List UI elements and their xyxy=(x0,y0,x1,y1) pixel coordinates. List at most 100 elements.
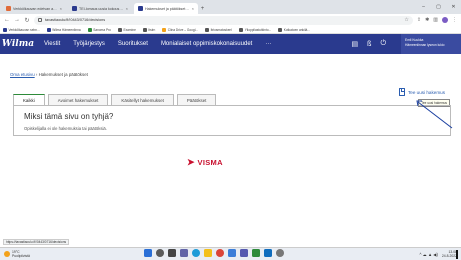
visma-wordmark: VISMA xyxy=(197,158,223,167)
bookmark-item[interactable]: Examine xyxy=(117,27,136,32)
tab-kasitellyt-hakemukset[interactable]: Käsitellyt hakemukset xyxy=(111,94,174,105)
bookmark-item[interactable]: Itslrn xyxy=(142,27,156,32)
tab-1-favicon-icon xyxy=(6,6,11,11)
settings-gear-icon[interactable] xyxy=(276,249,284,257)
empty-state-panel: Miksi tämä sivu on tyhjä? Opiskelijalla … xyxy=(13,105,451,136)
taskbar-apps xyxy=(144,249,284,257)
start-menu-icon[interactable] xyxy=(144,249,152,257)
browser-menu-icon[interactable]: ⋮ xyxy=(452,17,457,23)
bookmark-favicon-icon xyxy=(142,27,147,32)
share-icon[interactable]: ⇪ xyxy=(417,17,421,23)
switch-role-icon[interactable]: ß xyxy=(367,41,371,48)
bookmark-label: Itriosmatosken! xyxy=(210,27,233,32)
reload-icon[interactable]: ↻ xyxy=(24,17,30,24)
bookmark-label: Kotkatoen ankilä... xyxy=(283,27,310,32)
wilma-header: Wilma Viestit Työjärjestys Suoritukset M… xyxy=(0,34,461,54)
menu-more-button[interactable]: ··· xyxy=(265,41,271,47)
bookmark-item[interactable]: Clina Drive – Googl... xyxy=(162,27,198,32)
bookmark-item[interactable]: Itriosmatosken! xyxy=(205,27,233,32)
url-input[interactable]: tavastiaoulu/fi/!0443/0716/decisions ☆ xyxy=(34,15,413,25)
task-view-icon[interactable] xyxy=(168,249,176,257)
menu-item-monialaiset[interactable]: Monialaiset oppimiskokonaisuudet xyxy=(161,41,252,47)
tab-paatokset[interactable]: Päätökset xyxy=(176,94,217,105)
weather-widget[interactable]: 19°C Puolipilvistä xyxy=(4,250,30,258)
user-school: Hämeenlinnan lyseon lukio xyxy=(405,43,445,47)
lock-icon xyxy=(38,18,42,22)
wilma-logo[interactable]: Wilma xyxy=(0,34,36,54)
bookmark-item[interactable]: Kotkatoen ankilä... xyxy=(278,27,310,32)
search-icon[interactable] xyxy=(156,249,164,257)
bookmarks-bar: Verkkölkauvan sebn... Wilma Hämeenlinna … xyxy=(0,26,461,34)
browser-tab-2-label: TEI-lomaus uusia kokouspä.PP · xyxy=(79,6,124,11)
mail-icon[interactable] xyxy=(264,249,272,257)
file-explorer-icon[interactable] xyxy=(204,249,212,257)
edge-icon[interactable] xyxy=(192,249,200,257)
system-tray: ^ ☁ ▲ ◀) 13.08 24.8.2022 xyxy=(420,250,458,258)
screen-edge-mark xyxy=(456,250,458,259)
chat-icon[interactable] xyxy=(180,249,188,257)
bookmark-item[interactable]: Ylioppilastutkinto... xyxy=(239,27,272,32)
bookmark-label: Ylioppilastutkinto... xyxy=(244,27,272,32)
user-menu[interactable]: Emil Kuukka Hämeenlinnan lyseon lukio xyxy=(401,34,461,54)
bookmark-label: Wilma Hämeenlinna xyxy=(52,27,81,32)
tab-3-favicon-icon xyxy=(138,6,143,11)
chrome-icon[interactable] xyxy=(216,249,224,257)
bookmark-item[interactable]: Verkkölkauvan sebn... xyxy=(3,27,40,32)
sidebar-icon[interactable]: ▥ xyxy=(433,17,438,23)
teams-icon[interactable] xyxy=(240,249,248,257)
browser-tab-3[interactable]: Hakemukset ja päätökset - Wilm × xyxy=(134,3,198,14)
store-icon[interactable] xyxy=(228,249,236,257)
tray-icons[interactable]: ^ ☁ ▲ ◀) xyxy=(420,252,438,257)
bookmark-star-icon[interactable]: ☆ xyxy=(404,17,408,23)
app-icon[interactable] xyxy=(252,249,260,257)
visma-logo: ➤ VISMA xyxy=(187,158,223,168)
bookmark-label: Examine xyxy=(123,27,136,32)
empty-state-description: Opiskelijalla ei ole hakemuksia tai päät… xyxy=(24,126,107,131)
new-document-icon xyxy=(398,88,405,96)
url-text: tavastiaoulu/fi/!0443/0716/decisions xyxy=(45,18,106,22)
tab-kaikki[interactable]: Kaikki xyxy=(13,94,45,105)
clock[interactable]: 13.08 24.8.2022 xyxy=(442,250,457,258)
weather-sun-icon xyxy=(4,251,10,257)
menu-item-viestit[interactable]: Viestit xyxy=(44,41,60,47)
menu-item-suoritukset[interactable]: Suoritukset xyxy=(118,41,148,47)
header-icons: ▤ ß ⏻ Emil Kuukka Hämeenlinnan lyseon lu… xyxy=(352,34,461,54)
bookmark-favicon-icon xyxy=(3,27,7,32)
close-tab-1-icon[interactable]: × xyxy=(60,6,62,11)
new-tab-button[interactable]: + xyxy=(198,3,207,14)
bookmark-item[interactable]: Sanoma Pro xyxy=(87,27,111,32)
menu-item-tyojarjestys[interactable]: Työjärjestys xyxy=(73,41,105,47)
back-arrow-icon[interactable]: ← xyxy=(4,17,10,23)
window-controls: – ▢ ✕ xyxy=(416,0,461,14)
browser-tab-3-label: Hakemukset ja päätökset - Wilm xyxy=(145,6,190,11)
breadcrumb-home-link[interactable]: Oma etusivu xyxy=(10,72,35,77)
extensions-icon[interactable]: ✱ xyxy=(425,17,429,23)
minimize-button[interactable]: – xyxy=(416,4,431,10)
browser-tab-2[interactable]: TEI-lomaus uusia kokouspä.PP · × xyxy=(68,3,132,14)
close-tab-3-icon[interactable]: × xyxy=(192,6,194,11)
empty-state-title: Miksi tämä sivu on tyhjä? xyxy=(24,112,114,121)
profile-avatar-icon[interactable] xyxy=(442,17,448,23)
clock-date: 24.8.2022 xyxy=(441,254,457,258)
pointer-arrow-icon xyxy=(416,100,453,129)
browser-tab-1[interactable]: Verkkölkauvan edetvan akoluu · × xyxy=(2,3,66,14)
bookmark-label: Verkkölkauvan sebn... xyxy=(8,27,40,32)
close-window-button[interactable]: ✕ xyxy=(446,4,461,10)
browser-tabstrip: Verkkölkauvan edetvan akoluu · × TEI-lom… xyxy=(0,0,461,14)
logout-icon[interactable]: ⏻ xyxy=(380,40,386,48)
bookmark-favicon-icon xyxy=(205,27,210,32)
browser-tab-1-label: Verkkölkauvan edetvan akoluu · xyxy=(13,6,58,11)
main-menu: Viestit Työjärjestys Suoritukset Moniala… xyxy=(44,41,271,47)
forward-arrow-icon[interactable]: → xyxy=(14,17,20,23)
tab-avoimet-hakemukset[interactable]: Avoimet hakemukset xyxy=(47,94,109,105)
weather-desc: Puolipilvistä xyxy=(12,254,30,258)
close-tab-2-icon[interactable]: × xyxy=(126,6,128,11)
new-application-label: Tee uusi hakemus xyxy=(407,89,445,95)
tab-2-favicon-icon xyxy=(72,6,77,11)
page-icon[interactable]: ▤ xyxy=(352,40,359,48)
bookmark-label: Itslrn xyxy=(148,27,156,32)
bookmark-favicon-icon xyxy=(162,27,167,32)
bookmark-item[interactable]: Wilma Hämeenlinna xyxy=(46,27,81,32)
maximize-button[interactable]: ▢ xyxy=(431,4,446,10)
new-application-link[interactable]: Tee uusi hakemus xyxy=(398,88,445,96)
